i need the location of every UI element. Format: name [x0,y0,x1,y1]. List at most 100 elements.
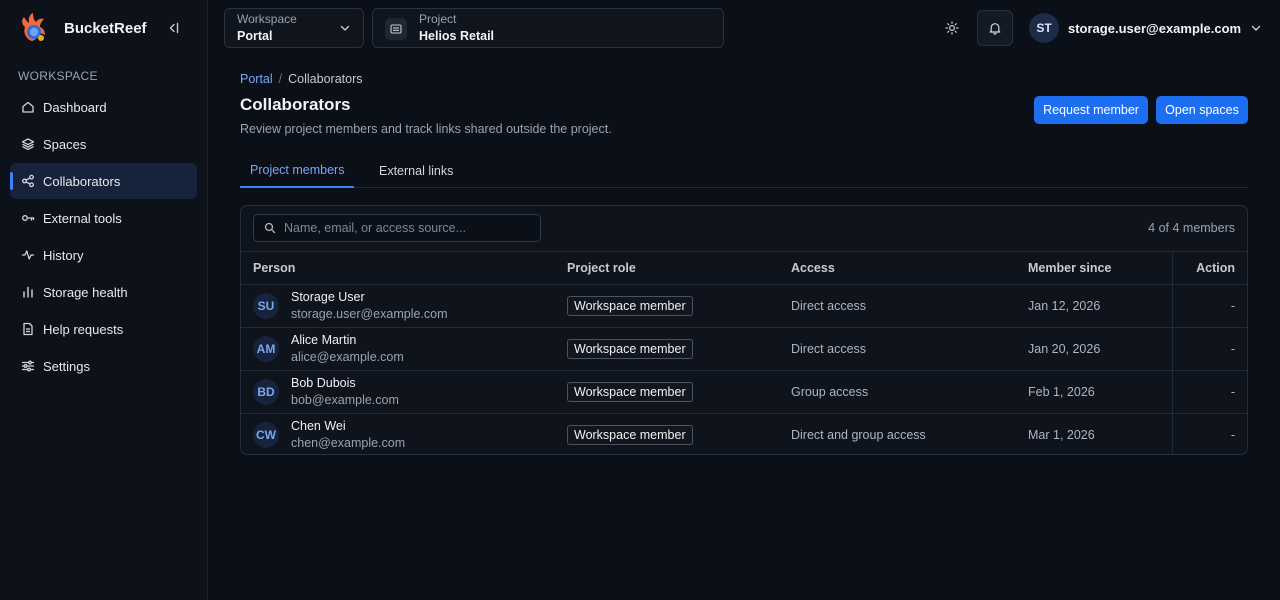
sidebar-item-dashboard[interactable]: Dashboard [10,89,197,125]
role-badge: Workspace member [567,425,693,446]
avatar: AM [253,336,279,362]
avatar: CW [253,422,279,449]
project-picker-label: Project [419,12,457,26]
share-icon [22,174,34,188]
bar-chart-icon [23,286,33,298]
member-person: SU Storage User storage.user@example.com [253,289,567,323]
member-since: Feb 1, 2026 [1028,370,1172,414]
theme-toggle-button[interactable] [938,14,966,42]
file-text-icon [23,322,33,336]
member-since: Mar 1, 2026 [1028,428,1095,443]
member-access: Group access [791,370,1028,414]
sun-icon [945,21,959,35]
page-description: Review project members and track links s… [240,122,612,136]
sidebar-item-help-requests[interactable]: Help requests [10,311,197,347]
member-search[interactable] [253,214,541,242]
sidebar-item-label: Storage health [43,284,128,300]
role-badge: Workspace member [567,382,693,402]
chevron-down-icon [1251,25,1261,31]
member-name: Alice Martin [291,333,357,347]
member-access: Direct access [791,327,1028,371]
sidebar-item-storage-health[interactable]: Storage health [10,274,197,310]
column-header-action: Action [1171,251,1247,285]
avatar: SU [253,293,279,319]
sidebar-item-label: Settings [43,358,90,374]
members-table: Person Project role Access Member since … [241,251,1247,454]
member-email: chen@example.com [291,436,406,451]
sidebar-item-external-tools[interactable]: External tools [10,200,197,236]
sidebar: BucketReef WORKSPACE Dashboard Spaces Co… [0,0,208,600]
sidebar-section-label: WORKSPACE [18,69,98,83]
member-since: Jan 12, 2026 [1028,284,1172,328]
member-email: bob@example.com [291,393,399,407]
member-since: Jan 20, 2026 [1028,327,1172,371]
sidebar-item-history[interactable]: History [10,237,197,273]
member-name: Chen Wei [291,419,346,434]
column-header-member-since[interactable]: Member since [1028,251,1172,285]
sidebar-item-collaborators[interactable]: Collaborators [10,163,197,199]
sidebar-item-label: Help requests [43,321,124,337]
activity-icon [21,250,35,260]
collapse-icon [169,22,179,34]
column-header-access[interactable]: Access [791,251,1028,285]
bucketreef-logo-icon [22,13,45,41]
member-action: - [1230,342,1235,356]
search-icon [264,222,276,234]
column-header-person[interactable]: Person [241,251,567,285]
workspace-picker-label: Workspace [237,12,297,26]
tab-bar: Project members External links [240,154,1248,188]
bell-icon [989,23,1001,35]
layers-icon [21,138,35,151]
sidebar-item-label: Dashboard [43,99,107,115]
chevron-down-icon [340,25,350,31]
workspace-picker[interactable]: Workspace Portal [224,8,364,48]
user-email: storage.user@example.com [1068,20,1242,36]
table-row: CW Chen Wei chen@example.com Workspace me… [241,413,1247,454]
tab-external-links[interactable]: External links [369,154,463,188]
table-header-row: Person Project role Access Member since … [241,251,1247,285]
sidebar-item-label: External tools [43,210,122,226]
table-row: BD Bob Dubois bob@example.com Workspace m… [241,370,1247,414]
member-action: - [1230,299,1235,313]
member-access: Direct and group access [791,428,926,443]
page-title: Collaborators [240,95,351,114]
search-input[interactable] [284,221,524,235]
project-icon-box [385,18,407,40]
key-icon [22,215,35,221]
request-member-button[interactable]: Request member [1034,96,1148,124]
member-person: CW Chen Wei chen@example.com [253,418,567,452]
column-header-role[interactable]: Project role [567,251,791,285]
sidebar-item-label: History [43,247,84,263]
sliders-icon [21,360,35,372]
breadcrumb-link-portal[interactable]: Portal [240,72,273,86]
home-icon [22,101,34,113]
member-action: - [1230,428,1235,443]
sidebar-item-label: Collaborators [43,173,121,189]
notifications-button[interactable] [977,10,1013,46]
user-menu[interactable]: ST storage.user@example.com [1029,13,1262,43]
sidebar-item-settings[interactable]: Settings [10,348,197,384]
members-panel: 4 of 4 members Person Project role Acces… [240,205,1248,455]
project-picker-value: Helios Retail [419,29,495,43]
sidebar-item-spaces[interactable]: Spaces [10,126,197,162]
member-name: Bob Dubois [291,376,356,390]
member-email: alice@example.com [291,350,404,364]
workspace-picker-value: Portal [237,29,273,43]
member-action: - [1230,385,1235,399]
project-icon [390,24,402,34]
member-person: BD Bob Dubois bob@example.com [253,375,567,409]
role-badge: Workspace member [567,296,693,316]
member-count: 4 of 4 members [1148,221,1235,235]
table-row: AM Alice Martin alice@example.com Workspa… [241,327,1247,371]
breadcrumb-separator: / [278,72,283,86]
member-person: AM Alice Martin alice@example.com [253,332,567,366]
breadcrumb-current: Collaborators [288,72,363,86]
avatar: BD [253,379,279,405]
brand[interactable]: BucketReef [18,10,147,46]
sidebar-nav: Dashboard Spaces Collaborators External … [10,89,197,385]
collapse-sidebar-button[interactable] [164,18,184,38]
project-picker[interactable]: Project Helios Retail [372,8,724,48]
tab-project-members[interactable]: Project members [240,154,355,188]
open-spaces-button[interactable]: Open spaces [1156,96,1248,124]
sidebar-item-label: Spaces [43,136,87,152]
